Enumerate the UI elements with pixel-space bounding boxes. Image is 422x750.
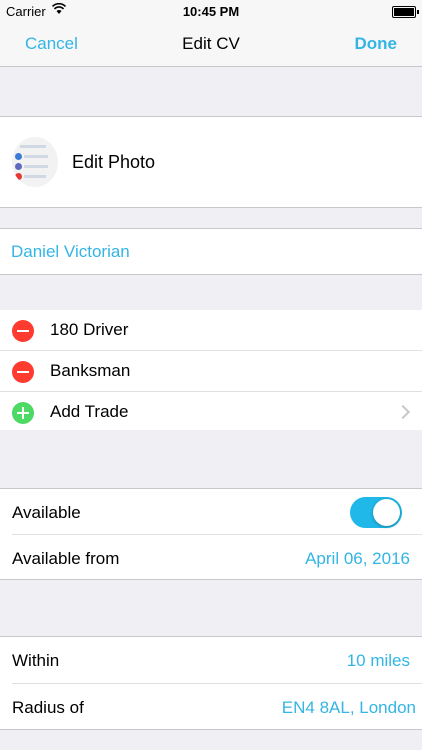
- edit-photo-label: Edit Photo: [72, 152, 156, 172]
- available-row: Available: [0, 489, 422, 534]
- navigation-bar: Cancel Edit CV Done: [0, 22, 422, 67]
- within-label: Within: [12, 651, 60, 670]
- trade-label: Banksman: [50, 361, 131, 380]
- available-label: Available: [12, 503, 81, 522]
- done-button[interactable]: Done: [355, 34, 398, 54]
- available-toggle[interactable]: [350, 497, 402, 528]
- trade-row: 180 Driver: [0, 310, 422, 350]
- radius-value[interactable]: EN4 8AL, London: [282, 698, 416, 718]
- available-from-value[interactable]: April 06, 2016: [305, 549, 410, 569]
- status-time: 10:45 PM: [182, 4, 240, 19]
- chevron-right-icon: [395, 404, 411, 420]
- battery-icon: [392, 6, 419, 18]
- radius-row[interactable]: Radius of EN4 8AL, London: [12, 683, 422, 730]
- available-from-row[interactable]: Available from April 06, 2016: [12, 534, 422, 580]
- add-trade-row[interactable]: Add Trade: [0, 391, 422, 432]
- profile-photo-thumbnail[interactable]: [12, 137, 58, 187]
- available-from-label: Available from: [12, 549, 120, 568]
- remove-trade-icon[interactable]: [12, 361, 34, 383]
- toggle-knob: [373, 499, 400, 526]
- trade-row: Banksman: [0, 350, 422, 391]
- trade-label: 180 Driver: [50, 320, 129, 339]
- location-section: Within 10 miles Radius of EN4 8AL, Londo…: [0, 636, 422, 730]
- name-row[interactable]: Daniel Victorian: [0, 228, 422, 275]
- add-trade-icon[interactable]: [12, 402, 34, 424]
- within-row[interactable]: Within 10 miles: [0, 637, 422, 683]
- edit-photo-row[interactable]: Edit Photo: [0, 116, 422, 208]
- name-field[interactable]: Daniel Victorian: [11, 242, 130, 262]
- availability-section: Available Available from April 06, 2016: [0, 488, 422, 580]
- within-value[interactable]: 10 miles: [347, 651, 410, 671]
- add-trade-label: Add Trade: [50, 402, 129, 421]
- trades-list: 180 Driver Banksman Add Trade: [0, 310, 422, 430]
- radius-label: Radius of: [12, 698, 84, 717]
- status-bar: Carrier 10:45 PM: [0, 0, 422, 22]
- remove-trade-icon[interactable]: [12, 320, 34, 342]
